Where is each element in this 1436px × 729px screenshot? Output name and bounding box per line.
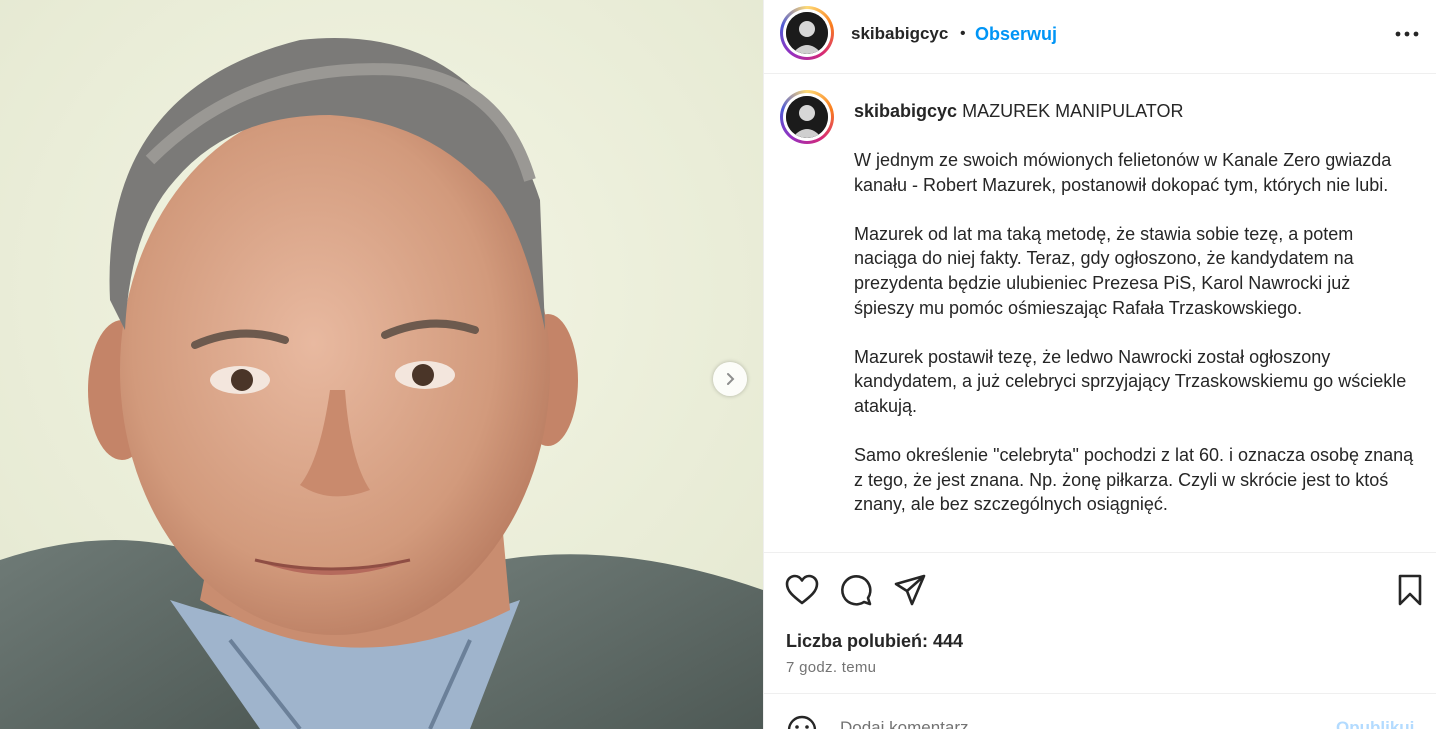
avatar[interactable] xyxy=(780,6,834,60)
caption-paragraph: Samo określenie "celebryta" pochodzi z l… xyxy=(854,445,1414,515)
more-options-icon[interactable] xyxy=(1392,22,1422,46)
caption-area: skibabigcyc MAZUREK MANIPULATOR W jednym… xyxy=(764,74,1436,552)
post-header: skibabigcyc • Obserwuj xyxy=(764,0,1436,74)
post-photo xyxy=(0,0,763,729)
separator-dot: • xyxy=(960,25,966,42)
next-image-button[interactable] xyxy=(713,362,747,396)
emoji-icon[interactable] xyxy=(786,714,818,729)
likes-count[interactable]: Liczba polubień: 444 xyxy=(786,631,963,652)
like-heart-icon[interactable] xyxy=(784,572,820,608)
caption-paragraph: Mazurek postawił tezę, że ledwo Nawrocki… xyxy=(854,346,1407,416)
avatar-image xyxy=(786,12,828,54)
comment-bar: Opublikuj xyxy=(764,693,1436,729)
post-author-username[interactable]: skibabigcyc xyxy=(851,24,948,44)
share-send-icon[interactable] xyxy=(892,572,928,608)
avatar-image xyxy=(786,96,828,138)
publish-button[interactable]: Opublikuj xyxy=(1336,718,1414,729)
post-media[interactable] xyxy=(0,0,763,729)
caption-title: MAZUREK MANIPULATOR xyxy=(962,101,1184,121)
save-bookmark-icon[interactable] xyxy=(1392,572,1428,608)
post-actions: Liczba polubień: 444 7 godz. temu xyxy=(764,552,1436,693)
caption-paragraph: Mazurek od lat ma taką metodę, że stawia… xyxy=(854,223,1354,318)
chevron-right-icon xyxy=(727,373,735,385)
caption-paragraph: W jednym ze swoich mówionych felietonów … xyxy=(854,150,1392,195)
caption-heading: skibabigcyc MAZUREK MANIPULATOR xyxy=(854,101,1183,122)
caption-avatar[interactable] xyxy=(780,90,834,144)
follow-button[interactable]: Obserwuj xyxy=(975,24,1057,45)
caption-username[interactable]: skibabigcyc xyxy=(854,101,957,121)
post-timestamp[interactable]: 7 godz. temu xyxy=(786,659,876,676)
comment-input[interactable] xyxy=(840,718,1320,729)
post-panel: skibabigcyc • Obserwuj skibabigcyc MAZUR… xyxy=(763,0,1436,729)
comment-bubble-icon[interactable] xyxy=(838,572,874,608)
caption-text: W jednym ze swoich mówionych felietonów … xyxy=(854,148,1414,542)
